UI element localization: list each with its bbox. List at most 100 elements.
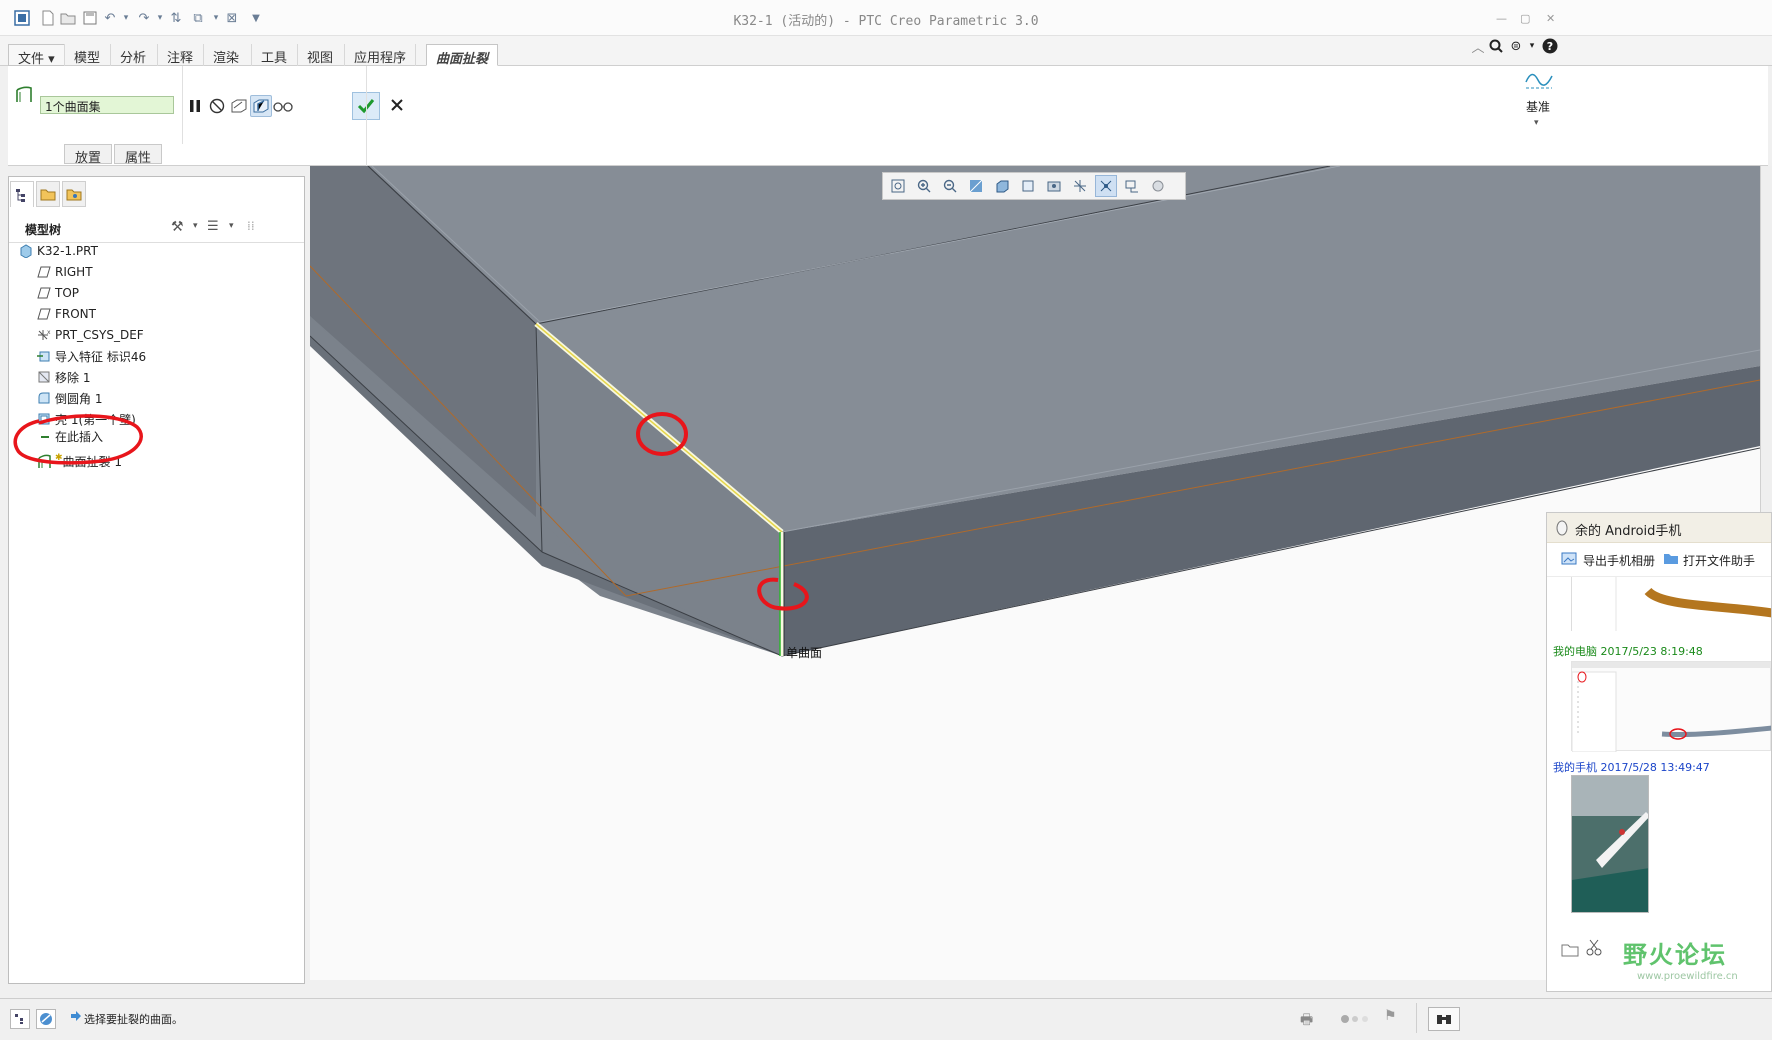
toggle-navigator-icon[interactable] [10, 1009, 30, 1029]
datum-dropdown-icon[interactable]: ▾ [1534, 118, 1539, 128]
message-image-1[interactable] [1571, 577, 1771, 631]
tab-applications[interactable]: 应用程序 [344, 44, 417, 66]
favorites-tab-icon[interactable] [62, 181, 86, 207]
export-album-button[interactable]: 导出手机相册 [1583, 552, 1655, 569]
tree-item-remove[interactable]: 移除 1 [35, 367, 90, 387]
zoom-in-icon[interactable] [913, 175, 935, 197]
model-tree-tab-icon[interactable] [10, 181, 34, 207]
flag-icon[interactable]: ⚑ [1384, 1008, 1397, 1024]
help-icon[interactable]: ? [1542, 38, 1558, 54]
message-image-2[interactable] [1571, 661, 1771, 753]
qq-folder-icon[interactable] [1561, 941, 1579, 960]
maximize-icon[interactable]: ▢ [1520, 12, 1530, 25]
surface-collector-icon [14, 84, 34, 107]
model-tree-title: 模型树 [25, 223, 62, 237]
round-icon [35, 390, 53, 406]
tab-annotate[interactable]: 注释 [157, 44, 202, 66]
verify-mode-icon[interactable] [272, 95, 294, 117]
tab-model[interactable]: 模型 [64, 44, 109, 66]
graphics-window[interactable]: 单曲面 [310, 166, 1760, 980]
zoom-out-icon[interactable] [939, 175, 961, 197]
tab-render[interactable]: 渲染 [203, 44, 248, 66]
tree-item-front[interactable]: FRONT [35, 304, 96, 324]
tree-item-label: 倒圆角 1 [55, 391, 103, 406]
tree-root[interactable]: K32-1.PRT [17, 241, 98, 261]
tree-show-dropdown-icon[interactable]: ▾ [229, 221, 234, 231]
datum-plane-icon [35, 306, 53, 322]
regenerate-status-icon[interactable]: 🖶 [1300, 1009, 1313, 1033]
ribbon-tabs: 文件 ▾ 模型 分析 注释 渲染 工具 视图 应用程序 曲面扯裂 ︿ ⊜ ▾ ? [0, 36, 1772, 67]
cancel-button[interactable] [386, 94, 408, 116]
tree-item-label: RIGHT [55, 265, 93, 279]
tab-view[interactable]: 视图 [297, 44, 342, 66]
datum-display-icon[interactable] [1069, 175, 1091, 197]
tab-placement[interactable]: 放置 [64, 144, 113, 166]
tree-settings-dropdown-icon[interactable]: ▾ [193, 221, 198, 231]
qq-scissors-icon[interactable] [1585, 939, 1603, 960]
remove-icon [35, 369, 53, 385]
model-tree-header: 模型树 ⚒ ▾ ☰ ▾ ⁞⁞ [9, 213, 304, 243]
datum-icon[interactable] [1524, 66, 1554, 96]
message-sender-1: 我的电脑 2017/5/23 8:19:48 [1553, 645, 1703, 658]
status-bar: 选择要扯裂的曲面。 🖶 ⚑ [0, 998, 1772, 1040]
tree-item-top[interactable]: TOP [35, 283, 79, 303]
surface-label: 单曲面 [786, 646, 823, 660]
divider [182, 66, 183, 144]
separate-preview-icon[interactable] [228, 95, 250, 117]
appearance-icon[interactable] [1147, 175, 1169, 197]
annotation-display-icon[interactable] [1121, 175, 1143, 197]
model-tree-panel: 模型树 ⚒ ▾ ☰ ▾ ⁞⁞ K32-1.PRT RIGHT TOP FRONT… [8, 176, 305, 984]
pause-icon[interactable] [184, 95, 206, 117]
divider [366, 66, 367, 166]
tab-properties[interactable]: 属性 [114, 144, 163, 166]
red-annotation-circle [13, 414, 143, 465]
surface-collector[interactable]: 1个曲面集 [40, 96, 174, 114]
community-dropdown-icon[interactable]: ▾ [1524, 38, 1540, 54]
tree-item-import-feature[interactable]: 导入特征 标识46 [35, 346, 146, 366]
tree-settings-icon[interactable]: ⚒ [171, 219, 184, 235]
surface-rip-dashboard: 1个曲面集 放置 属性 基准 ▾ [8, 66, 1768, 166]
tab-tools[interactable]: 工具 [251, 44, 296, 66]
tree-item-round[interactable]: 倒圆角 1 [35, 388, 102, 408]
refit-icon[interactable] [887, 175, 909, 197]
tree-filter-icon[interactable]: ⁞⁞ [247, 219, 255, 233]
attached-preview-icon[interactable] [250, 95, 272, 117]
search-icon[interactable] [1488, 38, 1504, 54]
minimize-icon[interactable]: — [1496, 12, 1507, 25]
qq-header[interactable]: 余的 Android手机 [1547, 513, 1771, 543]
folder-icon [1663, 551, 1679, 568]
qq-title: 余的 Android手机 [1575, 524, 1682, 539]
tab-analysis[interactable]: 分析 [110, 44, 155, 66]
message-sender-2: 我的手机 2017/5/28 13:49:47 [1553, 761, 1710, 774]
datum-plane-icon [35, 264, 53, 280]
view-toolbar [882, 172, 1186, 200]
smart-filter-icon[interactable] [1428, 1007, 1460, 1031]
status-message: 选择要扯裂的曲面。 [84, 1013, 183, 1026]
qq-penguin-icon [1555, 520, 1569, 540]
folder-browser-tab-icon[interactable] [36, 181, 60, 207]
datum-label[interactable]: 基准 [1526, 98, 1550, 115]
tab-surface-rip[interactable]: 曲面扯裂 [426, 44, 499, 67]
collapse-ribbon-icon[interactable]: ︿ [1470, 38, 1486, 56]
title-bar: ↶ ▾ ↷ ▾ ⇅ ⧉ ▾ ⊠ ▼ K32-1 (活动的) - PTC Creo… [0, 0, 1772, 36]
datum-plane-icon [35, 285, 53, 301]
tree-item-right[interactable]: RIGHT [35, 262, 93, 282]
tab-file[interactable]: 文件 ▾ [8, 44, 65, 67]
toggle-browser-icon[interactable] [36, 1009, 56, 1029]
no-preview-icon[interactable] [206, 95, 228, 117]
display-style-icon[interactable] [991, 175, 1013, 197]
message-arrow-icon [70, 1010, 82, 1025]
message-photo[interactable] [1571, 775, 1649, 913]
part-icon [17, 243, 35, 259]
close-icon[interactable]: ✕ [1546, 12, 1555, 25]
repaint-icon[interactable] [965, 175, 987, 197]
tree-item-label: 导入特征 标识46 [55, 349, 147, 364]
view-manager-icon[interactable] [1043, 175, 1065, 197]
open-folder-button[interactable]: 打开文件助手 [1683, 552, 1755, 569]
tree-item-csys[interactable]: x PRT_CSYS_DEF [35, 325, 144, 345]
community-icon[interactable]: ⊜ [1508, 38, 1524, 54]
tree-show-icon[interactable]: ☰ [207, 219, 219, 234]
tab-file-label: 文件 [18, 52, 45, 67]
spin-center-icon[interactable] [1095, 175, 1117, 197]
saved-orientations-icon[interactable] [1017, 175, 1039, 197]
